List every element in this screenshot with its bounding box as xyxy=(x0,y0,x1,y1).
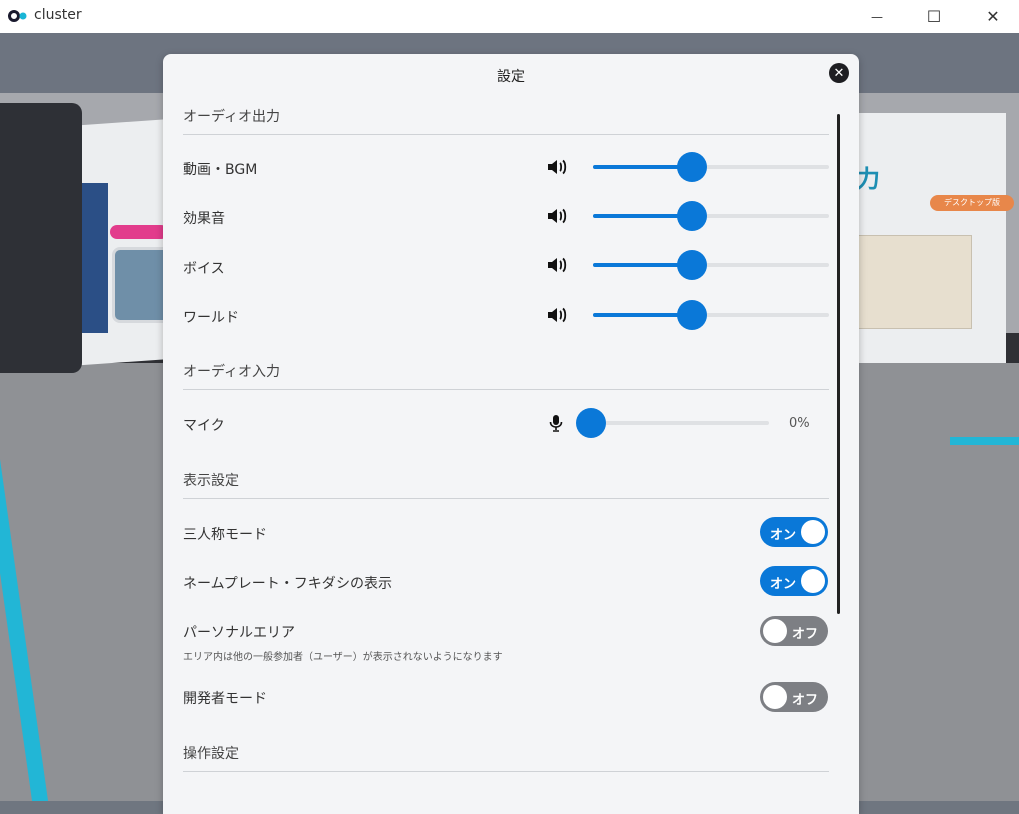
toggle-knob xyxy=(763,685,787,709)
maximize-button[interactable]: ☐ xyxy=(911,0,957,33)
world-dark-panel xyxy=(0,103,82,373)
world-pink-tag xyxy=(110,225,168,239)
volume-slider-video-bgm[interactable] xyxy=(593,152,829,182)
close-window-icon: ✕ xyxy=(986,7,1000,26)
settings-title: 設定 xyxy=(497,69,525,85)
volume-label-voice: ボイス xyxy=(183,261,225,277)
slider-thumb[interactable] xyxy=(677,201,708,231)
minimize-icon: — xyxy=(871,9,883,24)
toggle-text: オン xyxy=(770,577,797,592)
window-titlebar: cluster — ☐ ✕ xyxy=(0,0,1019,33)
toggle-knob xyxy=(801,520,825,544)
volume-label-sfx: 効果音 xyxy=(183,211,225,227)
developer-mode-toggle[interactable]: オフ xyxy=(760,682,828,712)
window-title: cluster xyxy=(34,7,82,23)
personal-area-toggle[interactable]: オフ xyxy=(760,616,828,646)
minimize-button[interactable]: — xyxy=(854,0,900,33)
third-person-label: 三人称モード xyxy=(183,527,267,543)
speaker-icon[interactable] xyxy=(546,306,568,324)
slider-thumb[interactable] xyxy=(677,250,708,280)
world-manga-image xyxy=(858,235,972,329)
toggle-text: オフ xyxy=(792,627,819,642)
section-controls: 操作設定 xyxy=(183,743,829,772)
world-orange-tag: デスクトップ版 xyxy=(930,195,1014,211)
maximize-icon: ☐ xyxy=(926,7,942,26)
volume-slider-sfx[interactable] xyxy=(593,201,829,231)
nameplate-toggle[interactable]: オン xyxy=(760,566,828,596)
settings-panel: 設定 ✕ オーディオ出力 動画・BGM 効果音 ボイス ワールド オーディオ入力… xyxy=(163,54,859,814)
slider-thumb[interactable] xyxy=(677,152,708,182)
speaker-icon[interactable] xyxy=(546,256,568,274)
mic-label: マイク xyxy=(183,418,225,434)
personal-area-label: パーソナルエリア xyxy=(183,625,295,641)
speaker-icon[interactable] xyxy=(546,158,568,176)
mic-percent: 0% xyxy=(789,416,810,431)
third-person-toggle[interactable]: オン xyxy=(760,517,828,547)
microphone-icon[interactable] xyxy=(546,414,566,432)
slider-thumb[interactable] xyxy=(576,408,606,438)
toggle-knob xyxy=(801,569,825,593)
volume-label-video-bgm: 動画・BGM xyxy=(183,162,258,178)
section-audio-input: オーディオ入力 xyxy=(183,361,829,390)
toggle-text: オン xyxy=(770,528,797,543)
mic-slider[interactable] xyxy=(576,408,769,438)
close-window-button[interactable]: ✕ xyxy=(970,0,1016,33)
settings-scrollbar[interactable] xyxy=(837,114,840,614)
world-board-title: 力 xyxy=(856,165,880,193)
volume-label-world: ワールド xyxy=(183,310,239,326)
slider-thumb[interactable] xyxy=(677,300,708,330)
nameplate-label: ネームプレート・フキダシの表示 xyxy=(183,576,393,592)
cluster-logo-icon xyxy=(8,10,27,22)
close-icon: ✕ xyxy=(833,65,845,81)
world-cyan-strip-right xyxy=(950,437,1019,445)
toggle-knob xyxy=(763,619,787,643)
personal-area-description: エリア内は他の一般参加者（ユーザー）が表示されないようになります xyxy=(183,652,503,663)
volume-slider-voice[interactable] xyxy=(593,250,829,280)
toggle-text: オフ xyxy=(792,693,819,708)
settings-close-button[interactable]: ✕ xyxy=(829,63,849,83)
volume-slider-world[interactable] xyxy=(593,300,829,330)
developer-mode-label: 開発者モード xyxy=(183,691,267,707)
speaker-icon[interactable] xyxy=(546,207,568,225)
section-audio-output: オーディオ出力 xyxy=(183,106,829,135)
section-display: 表示設定 xyxy=(183,470,829,499)
